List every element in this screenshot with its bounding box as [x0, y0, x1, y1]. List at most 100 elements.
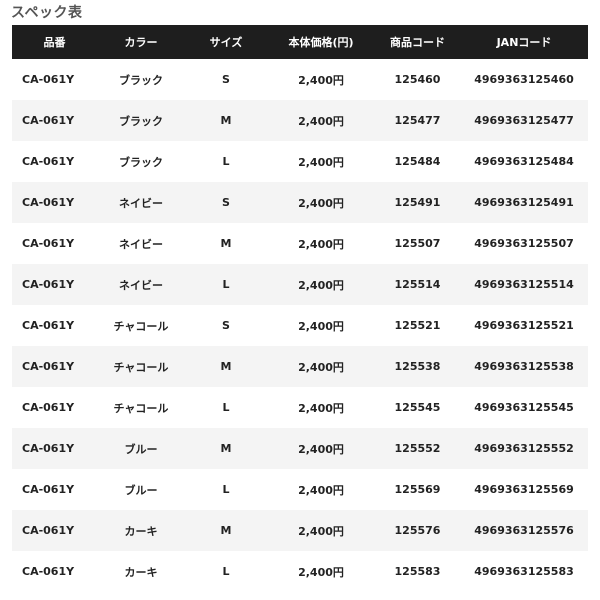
part-number-cell: CA-061Y	[12, 305, 97, 346]
size-cell: L	[185, 264, 267, 305]
header-jan-code: JANコード	[460, 25, 588, 59]
size-cell: S	[185, 59, 267, 100]
product-code-cell: 125583	[375, 551, 460, 592]
spec-table: 品番 カラー サイズ 本体価格(円) 商品コード JANコード CA-061Y ブ…	[12, 25, 588, 592]
size-cell: L	[185, 387, 267, 428]
price-cell: 2,400円	[267, 59, 375, 100]
size-cell: M	[185, 223, 267, 264]
color-cell: ブルー	[97, 428, 185, 469]
table-row: CA-061Y ブルー L 2,400円 125569 4969363125569	[12, 469, 588, 510]
product-code-cell: 125576	[375, 510, 460, 551]
price-cell: 2,400円	[267, 223, 375, 264]
size-cell: M	[185, 100, 267, 141]
color-cell: ブラック	[97, 100, 185, 141]
part-number-cell: CA-061Y	[12, 100, 97, 141]
size-cell: M	[185, 510, 267, 551]
part-number-cell: CA-061Y	[12, 428, 97, 469]
price-cell: 2,400円	[267, 469, 375, 510]
color-cell: ブラック	[97, 59, 185, 100]
product-code-cell: 125552	[375, 428, 460, 469]
color-cell: チャコール	[97, 305, 185, 346]
color-cell: チャコール	[97, 387, 185, 428]
table-row: CA-061Y ネイビー M 2,400円 125507 4969363125507	[12, 223, 588, 264]
jan-code-cell: 4969363125583	[460, 551, 588, 592]
jan-code-cell: 4969363125552	[460, 428, 588, 469]
jan-code-cell: 4969363125514	[460, 264, 588, 305]
jan-code-cell: 4969363125484	[460, 141, 588, 182]
table-row: CA-061Y ブラック M 2,400円 125477 4969363125477	[12, 100, 588, 141]
table-row: CA-061Y チャコール M 2,400円 125538 4969363125538	[12, 346, 588, 387]
product-code-cell: 125460	[375, 59, 460, 100]
jan-code-cell: 4969363125576	[460, 510, 588, 551]
jan-code-cell: 4969363125477	[460, 100, 588, 141]
header-color: カラー	[97, 25, 185, 59]
product-code-cell: 125545	[375, 387, 460, 428]
part-number-cell: CA-061Y	[12, 141, 97, 182]
table-header-row: 品番 カラー サイズ 本体価格(円) 商品コード JANコード	[12, 25, 588, 59]
price-cell: 2,400円	[267, 387, 375, 428]
table-body: CA-061Y ブラック S 2,400円 125460 4969363125460 CA-…	[12, 59, 588, 592]
color-cell: ネイビー	[97, 223, 185, 264]
jan-code-cell: 4969363125460	[460, 59, 588, 100]
product-code-cell: 125514	[375, 264, 460, 305]
header-part-number: 品番	[12, 25, 97, 59]
price-cell: 2,400円	[267, 141, 375, 182]
color-cell: カーキ	[97, 551, 185, 592]
product-code-cell: 125477	[375, 100, 460, 141]
header-product-code: 商品コード	[375, 25, 460, 59]
size-cell: L	[185, 469, 267, 510]
table-row: CA-061Y ブラック L 2,400円 125484 4969363125484	[12, 141, 588, 182]
part-number-cell: CA-061Y	[12, 387, 97, 428]
header-size: サイズ	[185, 25, 267, 59]
product-code-cell: 125538	[375, 346, 460, 387]
table-row: CA-061Y ネイビー S 2,400円 125491 4969363125491	[12, 182, 588, 223]
part-number-cell: CA-061Y	[12, 469, 97, 510]
price-cell: 2,400円	[267, 346, 375, 387]
jan-code-cell: 4969363125538	[460, 346, 588, 387]
price-cell: 2,400円	[267, 100, 375, 141]
table-row: CA-061Y カーキ L 2,400円 125583 4969363125583	[12, 551, 588, 592]
product-code-cell: 125569	[375, 469, 460, 510]
size-cell: L	[185, 551, 267, 592]
size-cell: M	[185, 346, 267, 387]
part-number-cell: CA-061Y	[12, 346, 97, 387]
jan-code-cell: 4969363125507	[460, 223, 588, 264]
size-cell: L	[185, 141, 267, 182]
table-row: CA-061Y ブラック S 2,400円 125460 4969363125460	[12, 59, 588, 100]
color-cell: ネイビー	[97, 182, 185, 223]
product-code-cell: 125507	[375, 223, 460, 264]
color-cell: ネイビー	[97, 264, 185, 305]
product-code-cell: 125484	[375, 141, 460, 182]
table-row: CA-061Y ブルー M 2,400円 125552 4969363125552	[12, 428, 588, 469]
jan-code-cell: 4969363125521	[460, 305, 588, 346]
table-row: CA-061Y チャコール L 2,400円 125545 4969363125545	[12, 387, 588, 428]
table-row: CA-061Y ネイビー L 2,400円 125514 4969363125514	[12, 264, 588, 305]
part-number-cell: CA-061Y	[12, 510, 97, 551]
part-number-cell: CA-061Y	[12, 223, 97, 264]
price-cell: 2,400円	[267, 428, 375, 469]
color-cell: ブラック	[97, 141, 185, 182]
page-title: スペック表	[11, 5, 83, 21]
price-cell: 2,400円	[267, 264, 375, 305]
table-row: CA-061Y カーキ M 2,400円 125576 4969363125576	[12, 510, 588, 551]
color-cell: カーキ	[97, 510, 185, 551]
size-cell: S	[185, 182, 267, 223]
table-row: CA-061Y チャコール S 2,400円 125521 4969363125521	[12, 305, 588, 346]
price-cell: 2,400円	[267, 182, 375, 223]
product-code-cell: 125521	[375, 305, 460, 346]
color-cell: チャコール	[97, 346, 185, 387]
jan-code-cell: 4969363125569	[460, 469, 588, 510]
part-number-cell: CA-061Y	[12, 551, 97, 592]
header-price: 本体価格(円)	[267, 25, 375, 59]
part-number-cell: CA-061Y	[12, 182, 97, 223]
size-cell: S	[185, 305, 267, 346]
price-cell: 2,400円	[267, 305, 375, 346]
product-code-cell: 125491	[375, 182, 460, 223]
jan-code-cell: 4969363125545	[460, 387, 588, 428]
jan-code-cell: 4969363125491	[460, 182, 588, 223]
price-cell: 2,400円	[267, 551, 375, 592]
price-cell: 2,400円	[267, 510, 375, 551]
part-number-cell: CA-061Y	[12, 59, 97, 100]
color-cell: ブルー	[97, 469, 185, 510]
size-cell: M	[185, 428, 267, 469]
